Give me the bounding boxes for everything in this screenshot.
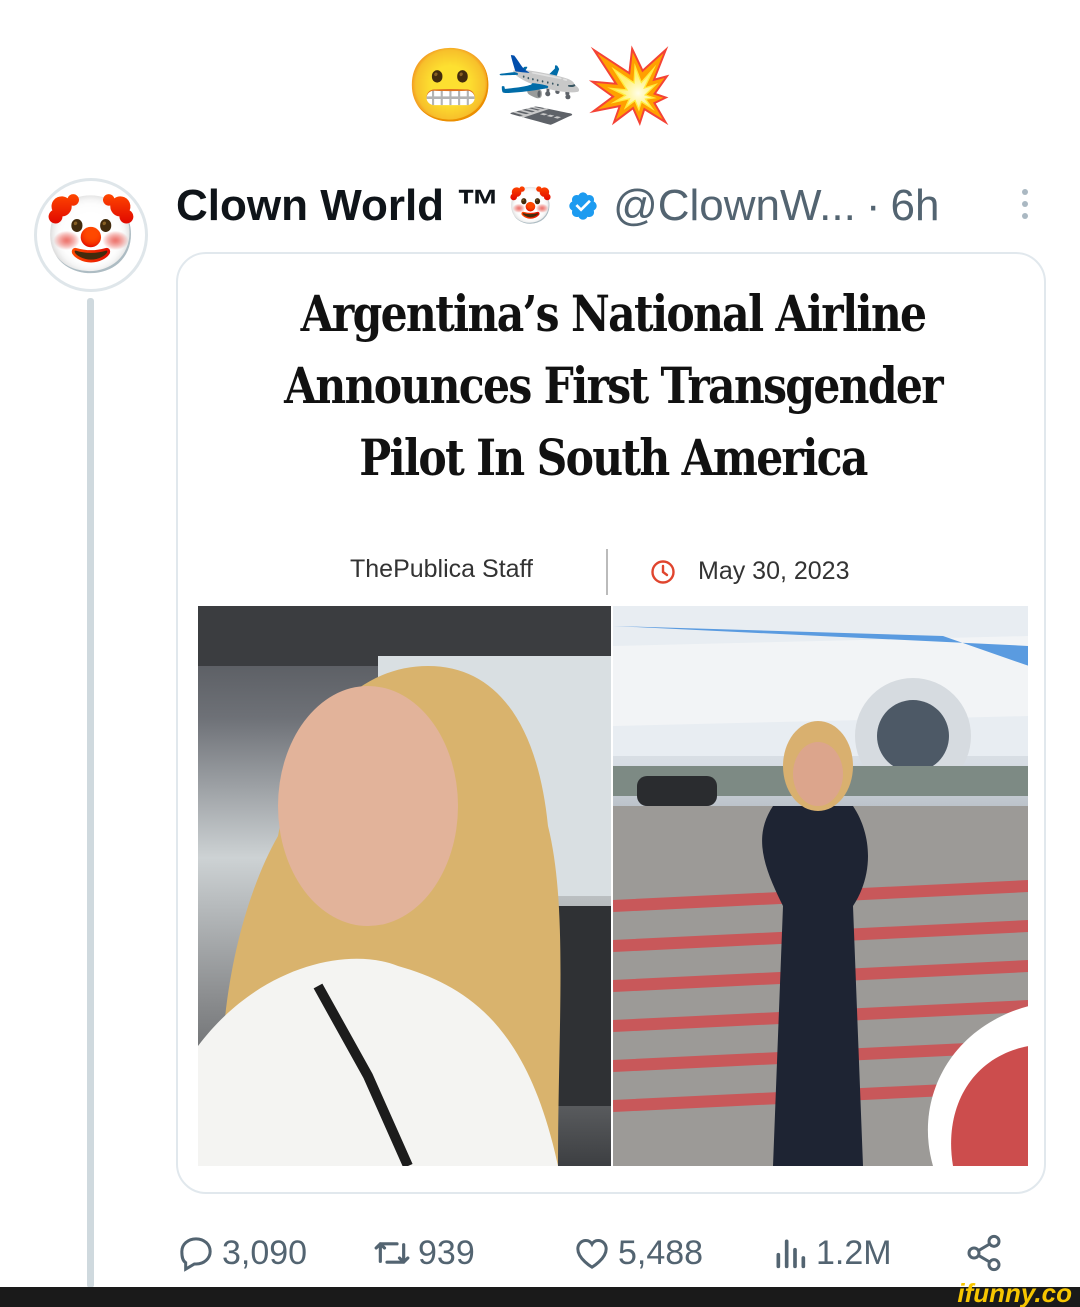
retweet-icon [374, 1242, 410, 1264]
clown-avatar-icon: 🤡 [43, 190, 139, 279]
clock-icon [651, 560, 675, 584]
user-handle[interactable]: @ClownW... [613, 181, 856, 231]
article-photos [198, 606, 1028, 1166]
views-button[interactable]: 1.2M [770, 1226, 892, 1280]
footer-bar [0, 1287, 1080, 1307]
share-icon [967, 1234, 1001, 1272]
ifunny-watermark: ifunny.co [957, 1278, 1072, 1307]
retweet-count: 939 [418, 1233, 475, 1272]
tarmac-photo [613, 606, 1028, 1166]
more-options-icon[interactable] [1010, 184, 1040, 224]
reply-count: 3,090 [222, 1233, 308, 1272]
views-bar-chart-icon [776, 1239, 806, 1269]
thread-line [87, 298, 94, 1288]
like-button[interactable]: 5,488 [572, 1226, 703, 1280]
views-count: 1.2M [816, 1233, 892, 1272]
article-date: May 30, 2023 [698, 557, 850, 585]
media-card[interactable]: Argentina’s National Airline Announces F… [176, 252, 1046, 1194]
article-byline: ThePublica Staff May 30, 2023 [178, 549, 1044, 595]
avatar[interactable]: 🤡 [34, 178, 148, 292]
article-headline: Argentina’s National Airline Announces F… [284, 284, 944, 487]
reply-button[interactable]: 3,090 [176, 1226, 307, 1280]
cockpit-selfie-photo [198, 606, 611, 1166]
reaction-emojis: 😬🛬💥 [405, 43, 675, 127]
tweet-header: Clown World ™ 🤡 @ClownW... · 6h [176, 176, 939, 236]
separator-dot: · [865, 181, 881, 230]
clown-name-icon: 🤡 [508, 186, 554, 227]
share-button[interactable] [964, 1226, 1004, 1280]
verified-badge-icon[interactable] [567, 190, 599, 222]
like-count: 5,488 [618, 1233, 704, 1272]
heart-icon [576, 1238, 608, 1269]
display-name[interactable]: Clown World ™ [176, 181, 500, 231]
tweet-actions: 3,090 939 5,488 1.2M [176, 1226, 1036, 1280]
article-author: ThePublica Staff [350, 555, 533, 583]
retweet-button[interactable]: 939 [372, 1226, 475, 1280]
byline-divider [606, 549, 608, 595]
tweet-time[interactable]: 6h [890, 181, 939, 231]
reply-icon [180, 1237, 212, 1272]
